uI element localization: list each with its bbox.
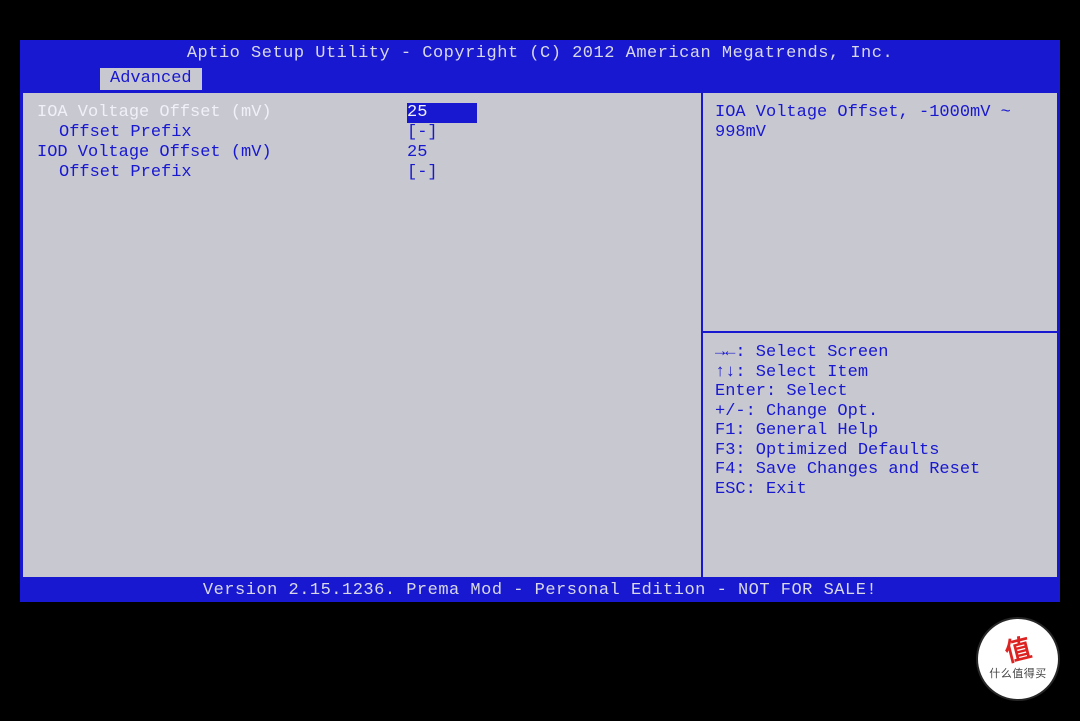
help-key-line: Enter: Select bbox=[715, 382, 1045, 402]
setting-ioa-voltage-offset[interactable]: IOA Voltage Offset (mV) 25 bbox=[37, 103, 687, 123]
watermark-badge: 值 什么值得买 bbox=[978, 619, 1058, 699]
help-key-line: F4: Save Changes and Reset bbox=[715, 460, 1045, 480]
setting-value: [-] bbox=[407, 163, 477, 183]
help-description: IOA Voltage Offset, -1000mV ~ 998mV bbox=[703, 93, 1057, 333]
footer-version: Version 2.15.1236. Prema Mod - Personal … bbox=[20, 580, 1060, 602]
help-key-line: ↑↓: Select Item bbox=[715, 363, 1045, 383]
setting-label: IOD Voltage Offset (mV) bbox=[37, 143, 407, 163]
settings-panel: IOA Voltage Offset (mV) 25 Offset Prefix… bbox=[23, 93, 703, 577]
setting-ioa-offset-prefix[interactable]: Offset Prefix [-] bbox=[37, 123, 687, 143]
help-keys: →←: Select Screen ↑↓: Select Item Enter:… bbox=[703, 333, 1057, 577]
help-panel: IOA Voltage Offset, -1000mV ~ 998mV →←: … bbox=[703, 93, 1057, 577]
tab-advanced[interactable]: Advanced bbox=[100, 68, 202, 90]
help-key-line: F1: General Help bbox=[715, 421, 1045, 441]
setting-value: 25 bbox=[407, 103, 477, 123]
setting-iod-voltage-offset[interactable]: IOD Voltage Offset (mV) 25 bbox=[37, 143, 687, 163]
bios-screen: Aptio Setup Utility - Copyright (C) 2012… bbox=[20, 40, 1060, 610]
main-frame: IOA Voltage Offset (mV) 25 Offset Prefix… bbox=[20, 90, 1060, 580]
tab-row: Advanced bbox=[20, 68, 1060, 90]
help-key-line: ESC: Exit bbox=[715, 480, 1045, 500]
help-key-line: F3: Optimized Defaults bbox=[715, 441, 1045, 461]
setting-value: [-] bbox=[407, 123, 477, 143]
setting-label: IOA Voltage Offset (mV) bbox=[37, 103, 407, 123]
setting-label: Offset Prefix bbox=[37, 163, 407, 183]
setting-label: Offset Prefix bbox=[37, 123, 407, 143]
setting-iod-offset-prefix[interactable]: Offset Prefix [-] bbox=[37, 163, 687, 183]
watermark-main: 值 bbox=[1002, 634, 1034, 666]
header-title: Aptio Setup Utility - Copyright (C) 2012… bbox=[20, 40, 1060, 68]
setting-value: 25 bbox=[407, 143, 477, 163]
help-key-line: →←: Select Screen bbox=[715, 343, 1045, 363]
help-key-line: +/-: Change Opt. bbox=[715, 402, 1045, 422]
watermark-sub: 什么值得买 bbox=[989, 665, 1047, 681]
